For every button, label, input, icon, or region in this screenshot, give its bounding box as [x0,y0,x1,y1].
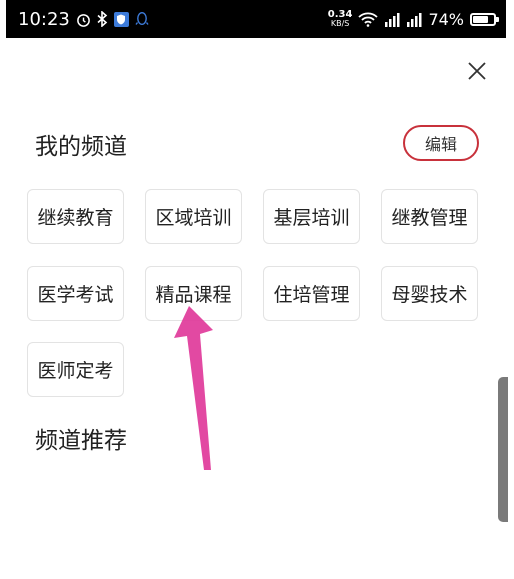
wifi-icon [358,12,379,27]
my-channels-title: 我的频道 [35,134,127,160]
status-bar: 10:23 0.34 KB/S 74% [6,0,506,38]
channel-chip[interactable]: 区域培训 [145,189,242,244]
signal-bars-icon [384,12,400,27]
qq-penguin-icon [135,11,149,27]
channel-chip[interactable]: 基层培训 [263,189,360,244]
close-button[interactable] [462,56,492,86]
scroll-handle[interactable] [498,377,508,522]
network-speed-value: 0.34 [327,9,353,20]
edit-button[interactable]: 编辑 [403,125,479,161]
channel-chip[interactable]: 医学考试 [27,266,124,321]
battery-percent: 74% [428,9,464,29]
channel-chip[interactable]: 继续教育 [27,189,124,244]
bluetooth-icon [97,11,108,27]
battery-fill [473,15,488,23]
channel-chip[interactable]: 医师定考 [27,342,124,397]
recommended-channels-title: 频道推荐 [35,428,127,454]
alarm-clock-icon [76,12,91,27]
close-icon [468,62,486,80]
channel-chip[interactable]: 继教管理 [381,189,478,244]
channel-chip[interactable]: 精品课程 [145,266,242,321]
signal-4g-icon [406,12,422,27]
battery-icon [470,12,499,26]
channel-chip[interactable]: 母婴技术 [381,266,478,321]
security-shield-icon [113,11,129,27]
network-speed: 0.34 KB/S [327,9,353,29]
status-time: 10:23 [18,8,70,30]
status-bar-right: 0.34 KB/S 74% [327,9,499,29]
channel-chip[interactable]: 住培管理 [263,266,360,321]
network-speed-unit: KB/S [330,19,350,28]
status-bar-left: 10:23 [18,9,149,30]
